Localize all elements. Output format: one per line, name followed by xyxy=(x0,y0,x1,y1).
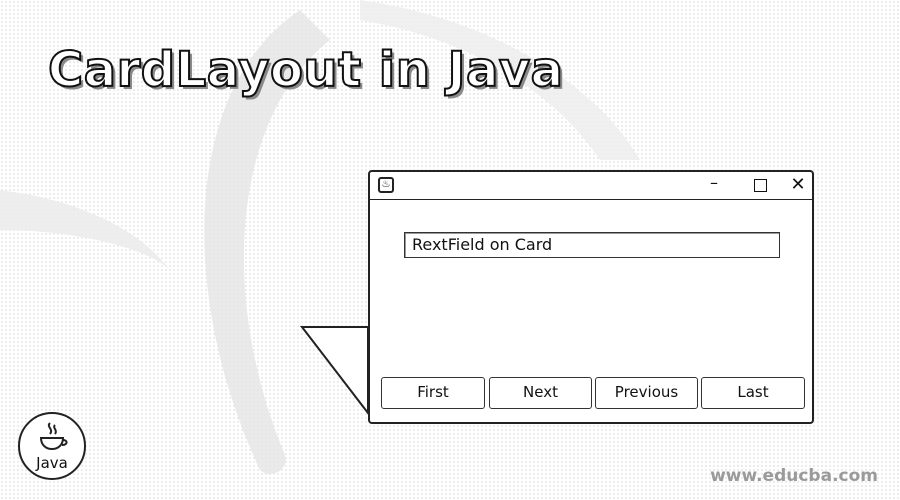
maximize-button[interactable] xyxy=(742,172,778,198)
previous-button[interactable]: Previous xyxy=(595,377,698,409)
window-titlebar[interactable]: ♨ – ✕ xyxy=(370,172,812,200)
card-navigation: First Next Previous Last xyxy=(381,377,805,411)
card-text-field[interactable]: RextField on Card xyxy=(404,232,780,258)
last-button[interactable]: Last xyxy=(701,377,805,409)
watermark: www.educba.com xyxy=(710,466,878,486)
maximize-icon xyxy=(753,179,767,192)
java-coffee-cup-icon xyxy=(39,422,68,451)
java-app-icon: ♨ xyxy=(378,177,394,193)
minimize-button[interactable]: – xyxy=(696,172,732,198)
next-button[interactable]: Next xyxy=(489,377,592,409)
java-logo: Java xyxy=(18,412,86,480)
close-button[interactable]: ✕ xyxy=(780,172,816,198)
java-window: ♨ – ✕ RextField on Card First Next Previ… xyxy=(368,170,814,424)
first-button[interactable]: First xyxy=(381,377,485,409)
java-logo-label: Java xyxy=(36,454,68,472)
